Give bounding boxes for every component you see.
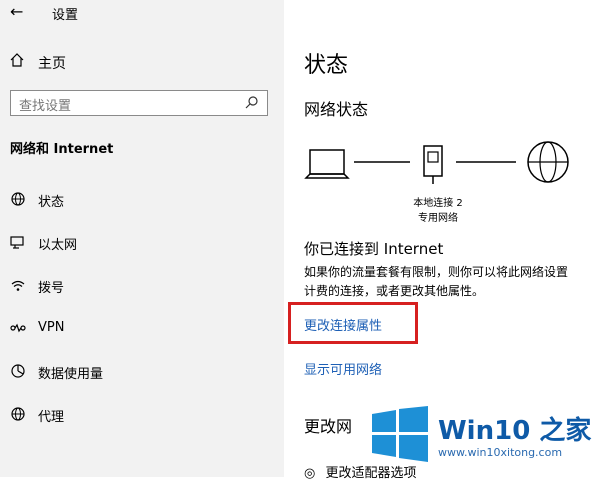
page-title: 状态 (304, 53, 349, 78)
sidebar-item-proxy[interactable]: 代理 (10, 403, 270, 427)
connected-heading: 你已连接到 Internet (304, 240, 444, 258)
sidebar-item-label: 主页 (38, 56, 66, 72)
search-icon[interactable] (245, 95, 259, 109)
sidebar-item-status[interactable]: 状态 (10, 188, 270, 212)
network-type: 专用网络 (418, 213, 458, 224)
section-title: 网络和 Internet (10, 142, 114, 157)
sidebar-item-dialup[interactable]: 拨号 (10, 274, 270, 298)
app-title: 设置 (52, 8, 79, 23)
globe-icon: ◎ (304, 466, 316, 481)
vpn-icon (10, 323, 26, 333)
ethernet-adapter-icon (423, 145, 443, 184)
globe-status-icon (11, 192, 25, 206)
windows-logo-icon (372, 406, 428, 462)
watermark-url: www.win10xitong.com (438, 446, 563, 459)
internet-globe-icon (527, 141, 569, 183)
change-network-settings-heading: 更改网 (304, 417, 353, 436)
adapter-name: 本地连接 2 (413, 198, 463, 209)
laptop-icon (304, 149, 350, 179)
description-line-1: 如果你的流量套餐有限制，则你可以将此网络设置 (304, 265, 569, 279)
sidebar-item-label: 状态 (38, 195, 65, 210)
change-connection-properties-link[interactable]: 更改连接属性 (304, 315, 382, 334)
dialup-icon (11, 280, 25, 291)
globe-proxy-icon (11, 407, 25, 421)
data-usage-icon (11, 364, 25, 378)
sidebar-item-vpn[interactable]: VPN (10, 317, 270, 341)
sidebar-item-data-usage[interactable]: 数据使用量 (10, 360, 270, 384)
watermark-brand: Win10 之家 (438, 416, 592, 446)
search-placeholder: 查找设置 (19, 99, 72, 114)
back-arrow-icon[interactable]: ← (10, 2, 23, 21)
sidebar-item-label: 以太网 (38, 238, 78, 253)
network-status-heading: 网络状态 (304, 100, 369, 119)
sidebar-item-ethernet[interactable]: 以太网 (10, 231, 270, 255)
sidebar-item-label: 拨号 (38, 281, 65, 296)
sidebar-item-home[interactable]: 主页 (10, 51, 270, 73)
ethernet-icon (10, 236, 24, 249)
search-input[interactable]: 查找设置 (10, 90, 268, 116)
sidebar-item-label: 代理 (38, 410, 65, 425)
title-bar: ← 设置 (0, 0, 284, 28)
sidebar: ← 设置 主页 查找设置 网络和 Internet 状态 以太网 拨号 VPN … (0, 0, 284, 477)
sidebar-item-label: 数据使用量 (38, 367, 104, 382)
show-available-networks-link[interactable]: 显示可用网络 (304, 359, 382, 378)
watermark: Win10 之家 www.win10xitong.com (364, 400, 600, 477)
home-icon (10, 53, 24, 67)
description-line-2: 计费的连接，或者更改其他属性。 (304, 284, 485, 298)
sidebar-item-label: VPN (38, 320, 65, 335)
